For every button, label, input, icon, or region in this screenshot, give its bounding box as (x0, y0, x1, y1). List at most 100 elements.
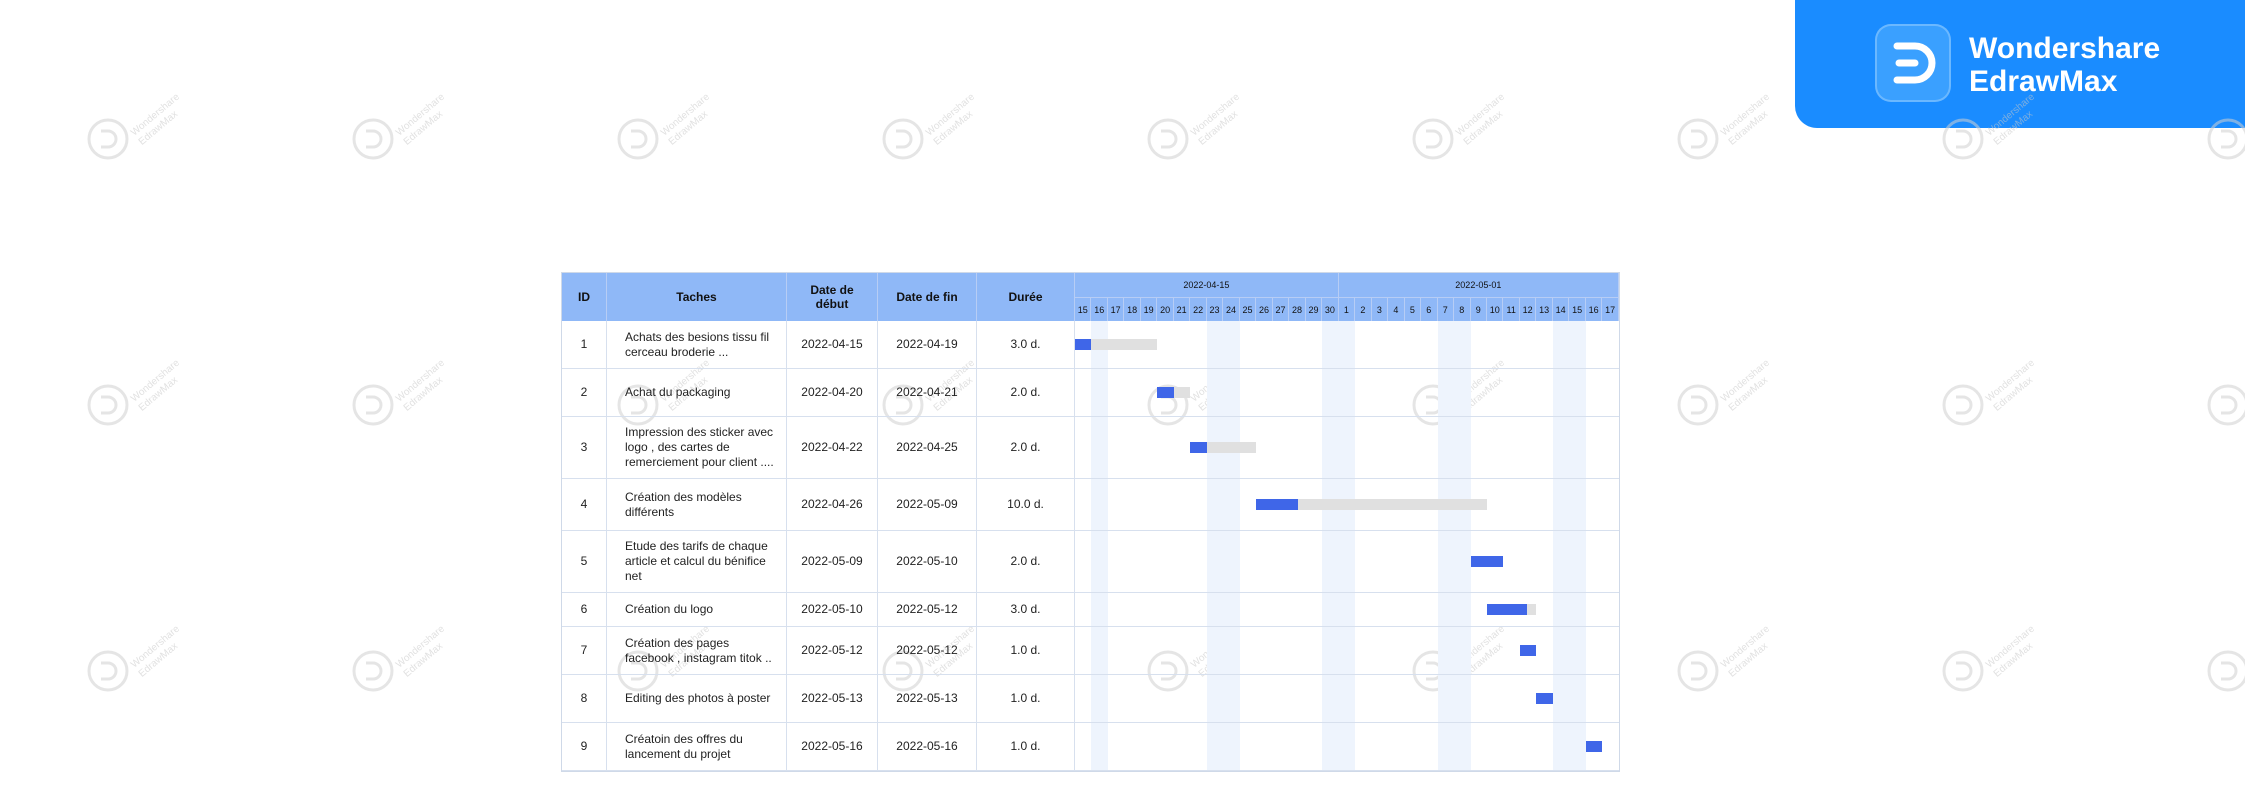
watermark-logo-icon (1147, 118, 1189, 160)
day-label: 8 (1454, 297, 1471, 321)
task-progress-bar (1075, 339, 1092, 350)
day-label: 16 (1091, 297, 1108, 321)
day-label: 1 (1338, 297, 1356, 321)
weekend-shade (1206, 321, 1224, 771)
cell-id: 2 (562, 369, 607, 417)
row-divider (1075, 478, 1619, 479)
cell-task-name: Créatoin des offres du lancement du proj… (607, 723, 787, 771)
cell-end-date: 2022-05-12 (878, 593, 977, 627)
watermark-logo-icon (2207, 650, 2245, 692)
cell-duration: 1.0 d. (977, 627, 1075, 675)
watermark: WondershareEdrawMax (1940, 92, 2040, 162)
weekend-shade (1223, 321, 1240, 771)
task-progress-bar (1157, 387, 1174, 398)
cell-task-name: Création des pages facebook , instagram … (607, 627, 787, 675)
day-label: 30 (1322, 297, 1339, 321)
watermark-text: WondershareEdrawMax (1719, 624, 1780, 681)
day-label: 24 (1223, 297, 1240, 321)
watermark-logo-icon (1677, 384, 1719, 426)
brand-name: Wondershare EdrawMax (1969, 32, 2160, 98)
watermark: WondershareEdrawMax (1675, 358, 1775, 428)
watermark: WondershareEdrawMax (2205, 92, 2245, 162)
watermark-text: WondershareEdrawMax (1984, 92, 2045, 149)
watermark: WondershareEdrawMax (1675, 92, 1775, 162)
watermark: WondershareEdrawMax (1410, 92, 1510, 162)
cell-id: 3 (562, 417, 607, 479)
day-label: 23 (1206, 297, 1224, 321)
cell-id: 4 (562, 479, 607, 531)
edrawmax-logo-icon (1875, 24, 1951, 102)
watermark: WondershareEdrawMax (1145, 92, 1245, 162)
cell-id: 9 (562, 723, 607, 771)
cell-start-date: 2022-04-26 (787, 479, 878, 531)
watermark: WondershareEdrawMax (350, 92, 450, 162)
cell-task-name: Création du logo (607, 593, 787, 627)
day-label: 13 (1536, 297, 1553, 321)
watermark-logo-icon (1942, 384, 1984, 426)
cell-end-date: 2022-05-09 (878, 479, 977, 531)
col-header-start: Date de début (787, 273, 878, 321)
watermark-logo-icon (352, 650, 394, 692)
gantt-chart: ID Taches Date de début Date de fin Duré… (561, 272, 1620, 772)
timeline: 2022-04-15 2022-05-01 15 16 17 18 19 20 21 22 23 24… (1075, 273, 1619, 771)
cell-end-date: 2022-04-25 (878, 417, 977, 479)
day-label: 11 (1503, 297, 1520, 321)
watermark-text: WondershareEdrawMax (394, 92, 455, 149)
watermark: WondershareEdrawMax (880, 92, 980, 162)
row-divider (1075, 592, 1619, 593)
cell-duration: 3.0 d. (977, 593, 1075, 627)
cell-id: 1 (562, 321, 607, 369)
watermark-text: WondershareEdrawMax (129, 358, 190, 415)
watermark: WondershareEdrawMax (615, 92, 715, 162)
row-divider (1075, 626, 1619, 627)
timeline-header: 2022-04-15 2022-05-01 15 16 17 18 19 20 21 22 23 24… (1075, 273, 1619, 321)
watermark-logo-icon (882, 118, 924, 160)
cell-duration: 1.0 d. (977, 675, 1075, 723)
weekend-shade (1091, 321, 1108, 771)
watermark-text: WondershareEdrawMax (1189, 92, 1250, 149)
cell-duration: 10.0 d. (977, 479, 1075, 531)
cell-end-date: 2022-05-13 (878, 675, 977, 723)
watermark-text: WondershareEdrawMax (659, 92, 720, 149)
task-progress-bar (1190, 442, 1207, 453)
watermark-text: WondershareEdrawMax (1719, 92, 1780, 149)
cell-start-date: 2022-05-10 (787, 593, 878, 627)
cell-task-name: Editing des photos à poster (607, 675, 787, 723)
weekend-shade (1322, 321, 1339, 771)
watermark-text: WondershareEdrawMax (1719, 358, 1780, 415)
row-divider (1075, 722, 1619, 723)
day-label: 5 (1404, 297, 1422, 321)
day-label: 18 (1124, 297, 1141, 321)
task-progress-bar (1585, 741, 1603, 752)
watermark-text: WondershareEdrawMax (129, 92, 190, 149)
watermark-text: WondershareEdrawMax (924, 92, 985, 149)
watermark-text: WondershareEdrawMax (1984, 358, 2045, 415)
watermark-logo-icon (352, 384, 394, 426)
watermark: WondershareEdrawMax (2205, 624, 2245, 694)
watermark: WondershareEdrawMax (1940, 624, 2040, 694)
watermark: WondershareEdrawMax (85, 358, 185, 428)
watermark-logo-icon (1677, 118, 1719, 160)
cell-duration: 2.0 d. (977, 417, 1075, 479)
day-label: 16 (1585, 297, 1603, 321)
cell-end-date: 2022-04-21 (878, 369, 977, 417)
day-label: 6 (1421, 297, 1438, 321)
day-label: 4 (1388, 297, 1405, 321)
watermark-text: WondershareEdrawMax (394, 358, 455, 415)
cell-id: 6 (562, 593, 607, 627)
watermark-logo-icon (352, 118, 394, 160)
day-label: 17 (1602, 297, 1619, 321)
col-header-id: ID (562, 273, 607, 321)
cell-start-date: 2022-04-20 (787, 369, 878, 417)
watermark: WondershareEdrawMax (1675, 624, 1775, 694)
cell-task-name: Etude des tarifs de chaque article et ca… (607, 531, 787, 593)
cell-task-name: Création des modèles différents (607, 479, 787, 531)
cell-end-date: 2022-05-16 (878, 723, 977, 771)
cell-id: 8 (562, 675, 607, 723)
cell-task-name: Impression des sticker avec logo , des c… (607, 417, 787, 479)
day-label: 9 (1470, 297, 1487, 321)
day-label: 27 (1272, 297, 1290, 321)
row-divider (1075, 416, 1619, 417)
cell-duration: 2.0 d. (977, 369, 1075, 417)
cell-start-date: 2022-05-16 (787, 723, 878, 771)
